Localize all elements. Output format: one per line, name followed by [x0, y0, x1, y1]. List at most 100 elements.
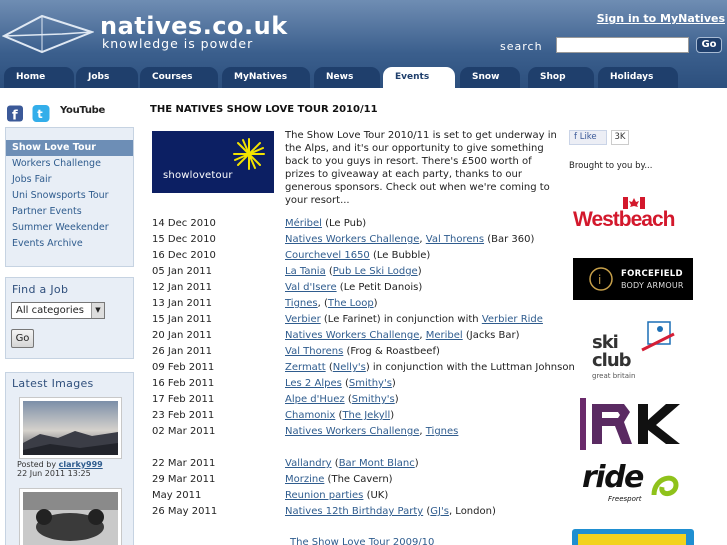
sponsor-banner-partial[interactable] [572, 529, 694, 545]
event-link[interactable]: Tignes [426, 426, 459, 437]
event-link[interactable]: La Tania [285, 266, 326, 277]
event-link[interactable]: Bar Mont Blanc [339, 458, 415, 469]
event-date: 14 Dec 2010 [152, 218, 216, 229]
event-description: Morzine (The Cavern) [285, 473, 393, 487]
facebook-like-button[interactable]: f Like [569, 130, 607, 145]
event-link[interactable]: Morzine [285, 474, 324, 485]
sponsor-banner-partial-strip [578, 534, 686, 545]
menu-item-workers-challenge[interactable]: Workers Challenge [6, 156, 133, 172]
event-link[interactable]: Verbier Ride [482, 314, 543, 325]
event-link[interactable]: Natives Workers Challenge [285, 330, 419, 341]
search-go-button[interactable]: Go [696, 37, 722, 53]
event-description: Alpe d'Huez (Smithy's) [285, 393, 399, 407]
paper-plane-logo-icon[interactable] [2, 12, 94, 54]
latest-image-thumb-2[interactable] [19, 488, 122, 545]
find-job-box: Find a Job All categories ▼ Go [5, 277, 134, 359]
event-link[interactable]: Smithy's [352, 394, 395, 405]
event-link[interactable]: Verbier [285, 314, 321, 325]
event-row: 29 Mar 2011 Morzine (The Cavern) [152, 473, 562, 487]
event-link[interactable]: Méribel [285, 218, 322, 229]
event-description: Reunion parties (UK) [285, 489, 388, 503]
search-label: search [500, 40, 543, 53]
event-date: 16 Feb 2011 [152, 378, 215, 389]
event-link[interactable]: The Jekyll [342, 410, 390, 421]
event-row: May 2011 Reunion parties (UK) [152, 489, 562, 503]
event-description: Les 2 Alpes (Smithy's) [285, 377, 396, 391]
banner-text: showlovetour [163, 170, 233, 181]
skiclub-logo[interactable]: ski club great britain [590, 318, 680, 384]
event-link[interactable]: Smithy's [349, 378, 392, 389]
like-count: 3K [611, 130, 629, 145]
event-link[interactable]: Pub Le Ski Lodge [333, 266, 418, 277]
tab-courses[interactable]: Courses [140, 67, 218, 88]
tab-home[interactable]: Home [4, 67, 74, 88]
event-date: 16 Dec 2010 [152, 250, 216, 261]
tab-events[interactable]: Events [383, 67, 455, 88]
event-text: ) [414, 458, 419, 469]
past-tour-link[interactable]: The Show Love Tour 2009/10 [290, 537, 434, 545]
event-description: Val d'Isere (Le Petit Danois) [285, 281, 422, 295]
event-link[interactable]: Natives 12th Birthday Party [285, 506, 423, 517]
event-text: ) [391, 378, 396, 389]
event-link[interactable]: Meribel [426, 330, 463, 341]
chevron-down-icon[interactable]: ▼ [91, 303, 104, 318]
menu-item-summer-weekender[interactable]: Summer Weekender [6, 220, 133, 236]
image-author-link[interactable]: clarky999 [59, 460, 103, 469]
event-link[interactable]: Reunion parties [285, 490, 363, 501]
search-input[interactable] [556, 37, 689, 53]
tab-shop[interactable]: Shop [528, 67, 594, 88]
event-link[interactable]: Tignes [285, 298, 318, 309]
forcefield-logo[interactable]: i FORCEFIELD BODY ARMOUR [573, 258, 693, 300]
event-link[interactable]: Val d'Isere [285, 282, 337, 293]
event-row: 14 Dec 2010 Méribel (Le Pub) [152, 217, 562, 231]
latest-image-thumb[interactable] [19, 397, 122, 459]
ride-logo[interactable]: ride Freesport [580, 461, 686, 505]
event-link[interactable]: Nelly's [333, 362, 366, 373]
job-category-select[interactable]: All categories ▼ [11, 302, 105, 319]
tab-mynatives[interactable]: MyNatives [222, 67, 310, 88]
westbeach-logo[interactable]: Westbeach [573, 194, 693, 236]
find-job-go-button[interactable]: Go [11, 329, 34, 348]
event-text: ) in conjunction with the Luttman Johnso… [365, 362, 575, 373]
tab-holidays[interactable]: Holidays [598, 67, 678, 88]
svg-text:t: t [37, 107, 43, 121]
event-link[interactable]: Chamonix [285, 410, 335, 421]
tab-news[interactable]: News [314, 67, 380, 88]
event-date: 26 May 2011 [152, 506, 218, 517]
tab-jobs[interactable]: Jobs [76, 67, 138, 88]
menu-item-uni-snowsports-tour[interactable]: Uni Snowsports Tour [6, 188, 133, 204]
event-text: (Le Farinet) in conjunction with [320, 314, 482, 325]
signin-link[interactable]: Sign in to MyNatives [597, 12, 725, 25]
event-link[interactable]: Alpe d'Huez [285, 394, 345, 405]
event-link[interactable]: Courchevel 1650 [285, 250, 370, 261]
event-link[interactable]: Vallandry [285, 458, 332, 469]
event-link[interactable]: Les 2 Alpes [285, 378, 342, 389]
event-text: (Le Pub) [321, 218, 367, 229]
facebook-icon[interactable]: f [7, 105, 23, 122]
youtube-icon[interactable]: YouTube [60, 105, 105, 122]
event-link[interactable]: Natives Workers Challenge [285, 426, 419, 437]
event-link[interactable]: The Loop [328, 298, 374, 309]
event-link[interactable]: Natives Workers Challenge [285, 234, 419, 245]
event-row: 05 Jan 2011 La Tania (Pub Le Ski Lodge) [152, 265, 562, 279]
menu-item-events-archive[interactable]: Events Archive [6, 236, 133, 252]
event-text: ) [417, 266, 422, 277]
event-link[interactable]: Val Thorens [426, 234, 484, 245]
event-date: 02 Mar 2011 [152, 426, 216, 437]
event-text: ( [344, 394, 352, 405]
event-text: (Jacks Bar) [462, 330, 520, 341]
menu-item-jobs-fair[interactable]: Jobs Fair [6, 172, 133, 188]
event-text: (Le Petit Danois) [336, 282, 423, 293]
rk-logo[interactable] [580, 398, 684, 450]
event-link[interactable]: Zermatt [285, 362, 326, 373]
event-link[interactable]: GJ's [430, 506, 449, 517]
twitter-icon[interactable]: t [32, 105, 50, 122]
event-text: ( [341, 378, 349, 389]
menu-item-show-love-tour[interactable]: Show Love Tour [6, 140, 133, 156]
event-link[interactable]: Val Thorens [285, 346, 343, 357]
event-date: 12 Jan 2011 [152, 282, 212, 293]
site-header: natives.co.uk knowledge is powder Sign i… [0, 0, 727, 88]
latest-images-title: Latest Images [12, 377, 94, 390]
menu-item-partner-events[interactable]: Partner Events [6, 204, 133, 220]
tab-snow[interactable]: Snow [460, 67, 520, 88]
